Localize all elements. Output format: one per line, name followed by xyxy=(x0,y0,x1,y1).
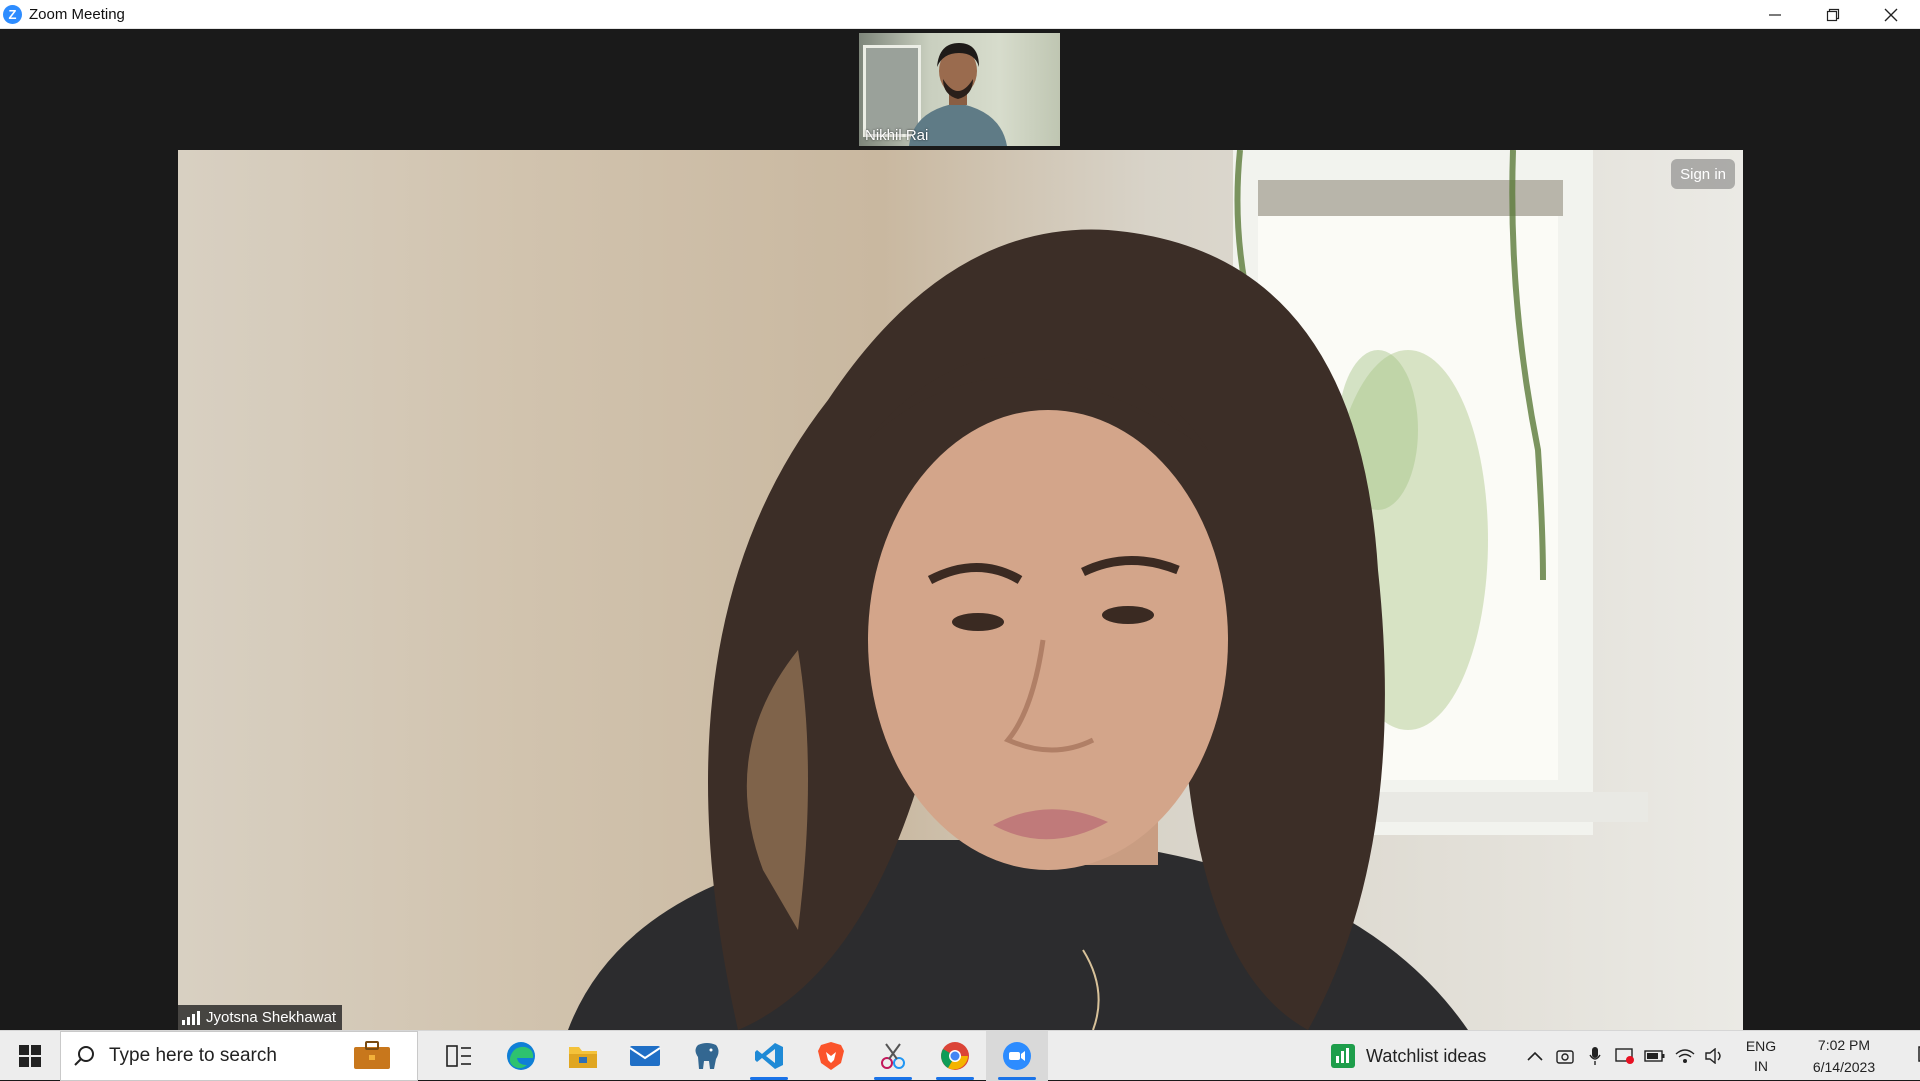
taskbar-clock[interactable]: 7:02 PM 6/14/2023 xyxy=(1796,1034,1892,1078)
battery-icon xyxy=(1644,1050,1665,1062)
app-icon-letter: Z xyxy=(8,6,17,22)
brave-button[interactable] xyxy=(800,1031,862,1081)
chevron-up-icon xyxy=(1527,1051,1543,1061)
taskbar-pinned-apps xyxy=(428,1030,1048,1081)
elephant-icon xyxy=(695,1042,719,1069)
main-speaker-video[interactable]: Sign in Jyotsna Shekhawat xyxy=(178,150,1743,1030)
snipping-tool-button[interactable] xyxy=(862,1031,924,1081)
window-blind xyxy=(1258,180,1563,216)
windows-logo-icon xyxy=(19,1044,41,1067)
minimize-icon xyxy=(1769,13,1781,16)
clock-time: 7:02 PM xyxy=(1817,1037,1871,1053)
sign-in-button[interactable]: Sign in xyxy=(1671,159,1735,189)
recording-tray-button[interactable] xyxy=(1610,1031,1640,1081)
vscode-button[interactable] xyxy=(738,1031,800,1081)
task-view-icon xyxy=(446,1044,471,1067)
language-region: IN xyxy=(1754,1058,1768,1074)
edge-button[interactable] xyxy=(490,1031,552,1081)
system-tray: ENG IN 7:02 PM 6/14/2023 2 xyxy=(1520,1031,1920,1081)
mail-icon xyxy=(629,1045,661,1066)
notification-center-button[interactable]: 2 xyxy=(1906,1031,1920,1081)
restore-icon xyxy=(1826,8,1840,21)
signal-bars-icon xyxy=(182,1010,200,1025)
microphone-icon xyxy=(1589,1047,1601,1065)
close-icon xyxy=(1884,8,1898,21)
taskbar-search-box[interactable] xyxy=(60,1030,418,1081)
zoom-app-icon: Z xyxy=(3,4,22,24)
close-button[interactable] xyxy=(1862,0,1920,29)
postgres-button[interactable] xyxy=(676,1031,738,1081)
folder-icon xyxy=(569,1046,597,1068)
watchlist-widget[interactable]: Watchlist ideas xyxy=(1330,1031,1486,1081)
speaker-name-tag: Jyotsna Shekhawat xyxy=(178,1005,343,1030)
stock-chart-icon xyxy=(1331,1044,1355,1068)
speaker-video-frame xyxy=(568,150,1648,1030)
vscode-icon xyxy=(755,1042,783,1069)
chrome-icon xyxy=(941,1041,969,1070)
chrome-button[interactable] xyxy=(924,1031,986,1081)
snip-icon xyxy=(881,1042,905,1069)
volume-tray-button[interactable] xyxy=(1700,1031,1730,1081)
briefcase-icon xyxy=(354,1040,390,1069)
window-controls xyxy=(1746,0,1920,29)
right-eye xyxy=(1102,606,1154,624)
restore-button[interactable] xyxy=(1804,0,1862,29)
minimize-button[interactable] xyxy=(1746,0,1804,29)
clock-date: 6/14/2023 xyxy=(1812,1059,1876,1075)
battery-tray-button[interactable] xyxy=(1640,1031,1670,1081)
left-eye xyxy=(952,613,1004,631)
speaker-icon xyxy=(1705,1048,1721,1064)
language-code: ENG xyxy=(1745,1038,1777,1054)
microphone-tray-button[interactable] xyxy=(1580,1031,1610,1081)
speaker-name: Jyotsna Shekhawat xyxy=(206,1009,337,1026)
zoom-taskbar-button[interactable] xyxy=(986,1030,1048,1081)
participant-name: Nikhil Rai xyxy=(865,127,929,144)
mail-button[interactable] xyxy=(614,1031,676,1081)
task-view-button[interactable] xyxy=(428,1031,490,1081)
camera-tray-button[interactable] xyxy=(1550,1031,1580,1081)
participant-thumbnail[interactable]: Nikhil Rai xyxy=(859,33,1060,146)
search-icon xyxy=(73,1045,95,1067)
search-input[interactable] xyxy=(107,1043,307,1068)
camera-icon xyxy=(1556,1050,1574,1064)
window-title: Zoom Meeting xyxy=(29,5,125,23)
taskbar: Watchlist ideas ENG IN 7:02 PM 6/ xyxy=(0,1030,1920,1081)
widget-label: Watchlist ideas xyxy=(1366,1045,1487,1066)
zoom-icon xyxy=(1003,1041,1031,1070)
screen-record-icon xyxy=(1615,1048,1634,1064)
start-button[interactable] xyxy=(0,1031,60,1081)
show-hidden-icons-button[interactable] xyxy=(1520,1031,1550,1081)
edge-icon xyxy=(507,1041,535,1070)
input-language-indicator[interactable]: ENG IN xyxy=(1740,1036,1782,1076)
meeting-area: Nikhil Rai Sign in Jyotsna Shekhawat xyxy=(0,29,1920,1030)
file-explorer-button[interactable] xyxy=(552,1031,614,1081)
brave-icon xyxy=(818,1041,844,1070)
wifi-icon xyxy=(1675,1049,1695,1063)
face xyxy=(868,410,1228,870)
wifi-tray-button[interactable] xyxy=(1670,1031,1700,1081)
title-bar: Z Zoom Meeting xyxy=(0,0,1920,29)
